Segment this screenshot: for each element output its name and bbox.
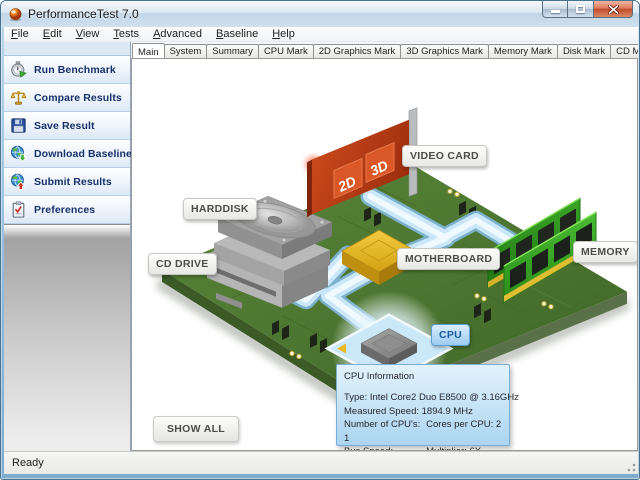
tab-2d-graphics-mark[interactable]: 2D Graphics Mark (313, 44, 402, 58)
sidebar-buttons: Run Benchmark Compare Results (4, 55, 130, 224)
memory-label[interactable]: MEMORY (573, 241, 638, 263)
main-panel: Main System Summary CPU Mark 2D Graphics… (131, 42, 638, 451)
clipboard-icon (10, 201, 27, 218)
download-baseline-button[interactable]: Download Baseline (4, 140, 130, 168)
tab-cd-mark[interactable]: CD Mark (610, 44, 638, 58)
floppy-icon (10, 117, 27, 134)
resize-grip-icon[interactable] (624, 460, 636, 472)
window-title: PerformanceTest 7.0 (28, 7, 139, 21)
tab-cpu-mark[interactable]: CPU Mark (258, 44, 314, 58)
cpu-info-tooltip: CPU Information Type: Intel Core2 Duo E8… (336, 364, 510, 446)
tab-memory-mark[interactable]: Memory Mark (488, 44, 558, 58)
tab-system[interactable]: System (164, 44, 208, 58)
scales-icon (10, 89, 27, 106)
menu-baseline[interactable]: Baseline (209, 27, 265, 42)
menu-help[interactable]: Help (265, 27, 302, 42)
globe-download-icon (10, 145, 27, 162)
maximize-icon (576, 5, 585, 13)
client-area: Run Benchmark Compare Results (4, 42, 638, 451)
close-icon (608, 5, 619, 14)
tab-strip: Main System Summary CPU Mark 2D Graphics… (131, 42, 638, 58)
close-button[interactable] (594, 1, 633, 18)
status-text: Ready (12, 457, 44, 469)
minimize-icon (551, 10, 560, 13)
sidebar: Run Benchmark Compare Results (4, 42, 131, 451)
maximize-button[interactable] (568, 1, 594, 18)
sidebar-empty-panel (4, 224, 130, 451)
show-all-button[interactable]: SHOW ALL (153, 416, 239, 442)
save-result-button[interactable]: Save Result (4, 112, 130, 140)
compare-results-button[interactable]: Compare Results (4, 84, 130, 112)
menu-advanced[interactable]: Advanced (146, 27, 209, 42)
cpu-cores: Cores per CPU: 2 (426, 418, 501, 445)
title-bar: PerformanceTest 7.0 (1, 1, 640, 27)
window-controls (542, 1, 633, 18)
harddisk-label[interactable]: HARDDISK (183, 198, 257, 220)
globe-upload-icon (10, 173, 27, 190)
cpu-label[interactable]: CPU (431, 324, 470, 346)
app-window: PerformanceTest 7.0 File Edit View Tests… (0, 0, 640, 480)
tab-disk-mark[interactable]: Disk Mark (557, 44, 611, 58)
status-bar: Ready (4, 451, 638, 474)
stopwatch-icon (10, 61, 27, 78)
cpu-info-title: CPU Information (344, 371, 502, 382)
tab-3d-graphics-mark[interactable]: 3D Graphics Mark (400, 44, 489, 58)
tab-main[interactable]: Main (132, 43, 165, 58)
menu-bar: File Edit View Tests Advanced Baseline H… (4, 27, 638, 42)
main-tab-content: 2D 3D (131, 58, 638, 451)
menu-file[interactable]: File (4, 27, 36, 42)
menu-edit[interactable]: Edit (36, 27, 69, 42)
preferences-button[interactable]: Preferences (4, 196, 130, 224)
submit-results-button[interactable]: Submit Results (4, 168, 130, 196)
cpu-type: Type: Intel Core2 Duo E8500 @ 3.16GHz (344, 391, 502, 405)
menu-view[interactable]: View (69, 27, 107, 42)
minimize-button[interactable] (542, 1, 568, 18)
cpu-count: Number of CPU's: 1 (344, 418, 426, 445)
menu-tests[interactable]: Tests (106, 27, 146, 42)
app-logo-icon (8, 7, 23, 22)
cpu-measured-speed: Measured Speed: 1894.9 MHz (344, 405, 502, 419)
run-benchmark-button[interactable]: Run Benchmark (4, 56, 130, 84)
cd-drive-label[interactable]: CD DRIVE (148, 253, 217, 275)
motherboard-label[interactable]: MOTHERBOARD (397, 248, 500, 270)
video-card-label[interactable]: VIDEO CARD (402, 145, 487, 167)
tab-summary[interactable]: Summary (206, 44, 259, 58)
